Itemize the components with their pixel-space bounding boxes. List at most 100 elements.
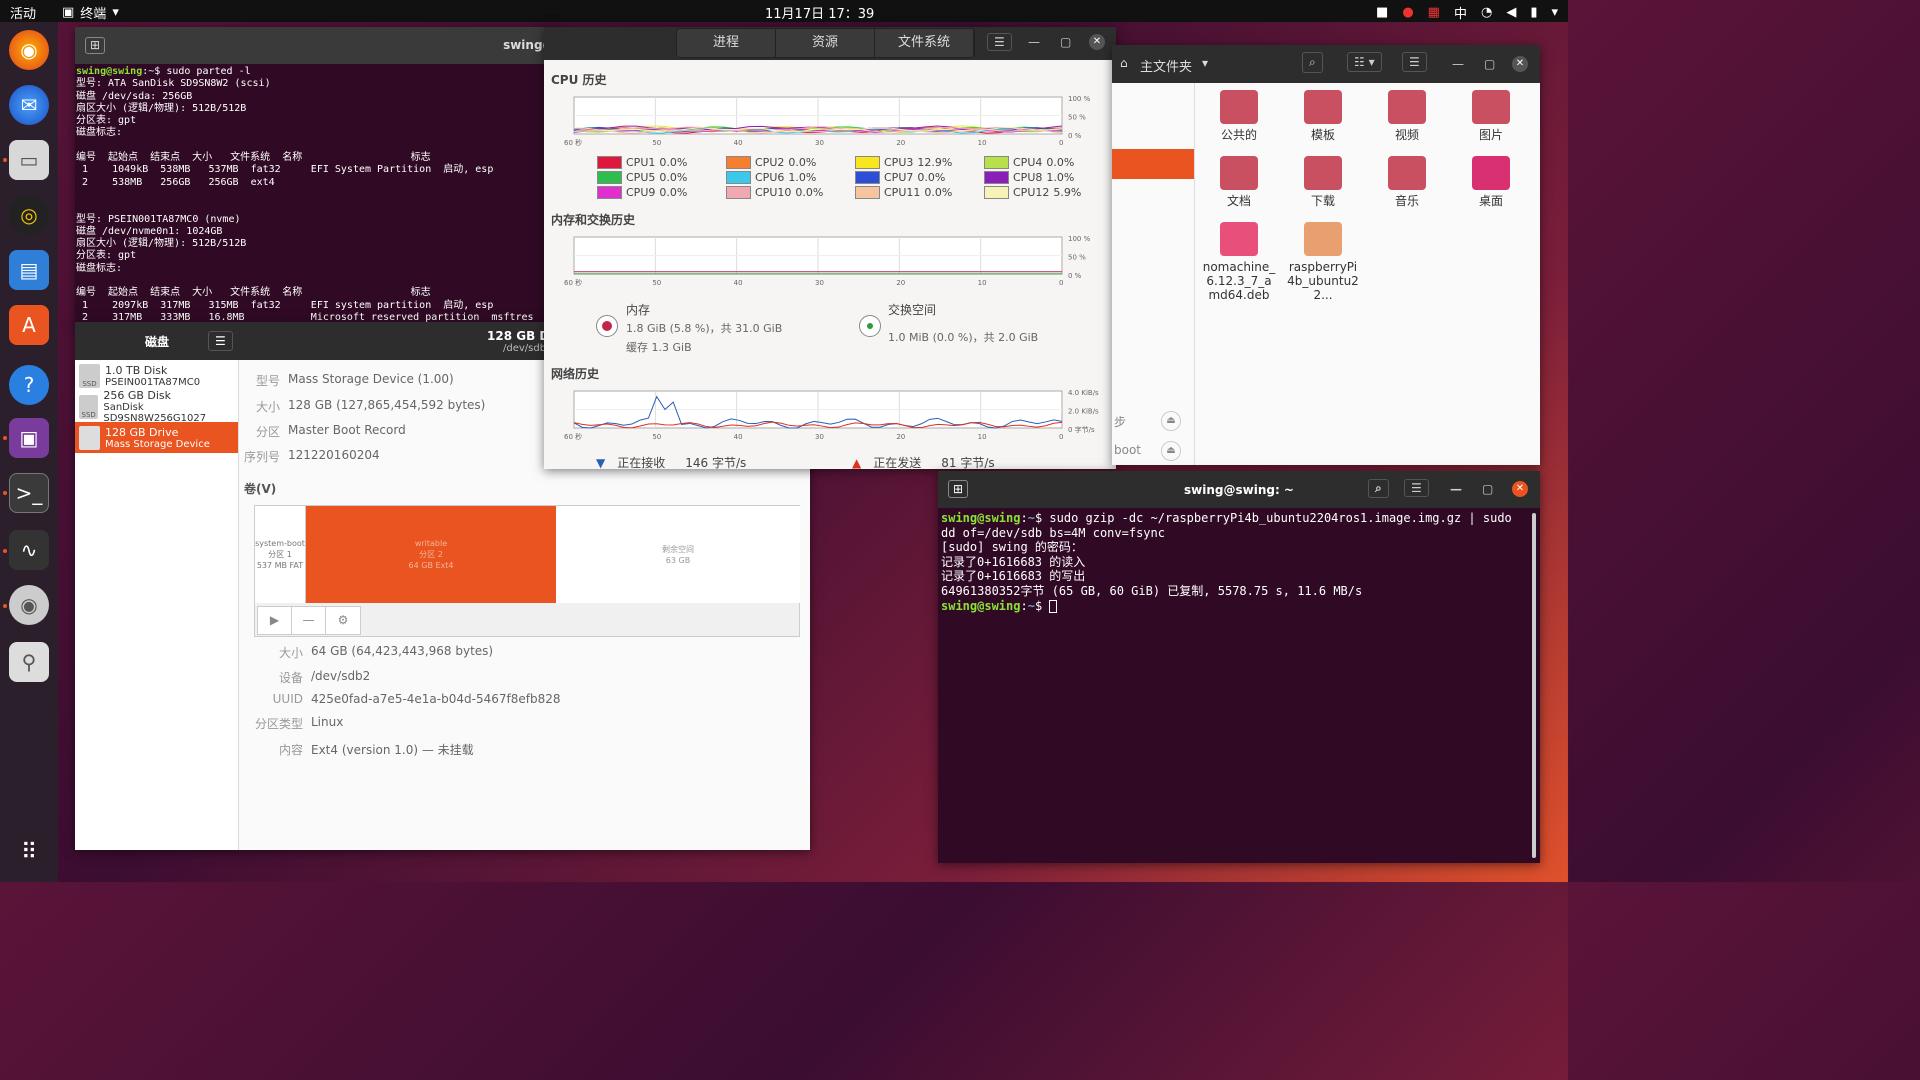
tab-resources[interactable]: 资源 [776, 29, 875, 57]
file-item[interactable]: 模板 [1286, 90, 1360, 142]
file-item[interactable]: nomachine_6.12.3_7_amd64.deb [1202, 222, 1276, 302]
battery-icon[interactable]: ▮ [1530, 5, 1537, 20]
show-apps-icon[interactable]: ⠿ [9, 832, 49, 872]
close-button[interactable]: ✕ [1089, 34, 1105, 50]
usb-drive-icon[interactable]: ⚲ [9, 642, 49, 682]
cpu-color-swatch[interactable] [855, 171, 880, 184]
mount-button[interactable]: ▶ [258, 607, 292, 634]
file-item[interactable]: raspberryPi4b_ubuntu22... [1286, 222, 1360, 302]
app-menu[interactable]: ▣ 终端 ▾ [62, 3, 119, 22]
free-space[interactable]: 剩余空间 63 GB [556, 506, 800, 603]
location-label[interactable]: 主文件夹 [1140, 56, 1192, 75]
scrollbar[interactable] [1532, 513, 1536, 858]
terminal-window-gzip[interactable]: ⊞ swing@swing: ~ ⌕ ☰ — ▢ ✕ swing@swing:~… [938, 471, 1540, 863]
partition-2[interactable]: writable 分区 2 64 GB Ext4 [306, 506, 556, 603]
software-center-icon[interactable]: A [9, 305, 49, 345]
file-item[interactable]: 公共的 [1202, 90, 1276, 142]
writer-icon[interactable]: ▤ [9, 250, 49, 290]
cpu-color-swatch[interactable] [726, 171, 751, 184]
cpu-color-swatch[interactable] [984, 171, 1009, 184]
volume-icon[interactable]: ◀ [1506, 5, 1516, 20]
file-item[interactable]: 图片 [1454, 90, 1528, 142]
menu-button[interactable]: ☰ [208, 331, 233, 351]
delete-partition-button[interactable]: — [292, 607, 326, 634]
files-icon[interactable]: ▭ [9, 140, 49, 180]
eject-icon[interactable]: ⏏ [1161, 441, 1181, 461]
video-player-icon[interactable]: ▣ [9, 418, 49, 458]
maximize-button[interactable]: ▢ [1484, 57, 1495, 71]
close-button[interactable]: ✕ [1512, 56, 1528, 72]
tab-filesystems[interactable]: 文件系统 [875, 29, 974, 57]
search-icon[interactable]: ⌕ [1368, 479, 1389, 498]
drive-item[interactable]: SSD 256 GB Disk SanDisk SD9SN8W256G1027 [75, 389, 238, 424]
view-list-icon[interactable]: ☷ ▾ [1347, 52, 1382, 72]
home-icon[interactable]: ⌂ [1120, 56, 1128, 70]
maximize-button[interactable]: ▢ [1482, 482, 1493, 496]
terminal-window-parted[interactable]: ⊞ swing@ swing@swing:~$ sudo parted -l 型号… [75, 27, 560, 327]
menu-button[interactable]: ☰ [1402, 52, 1427, 72]
cpu-color-swatch[interactable] [984, 156, 1009, 169]
system-monitor-icon[interactable]: ∿ [9, 530, 49, 570]
minimize-button[interactable]: — [1450, 482, 1462, 496]
activities-button[interactable]: 活动 [10, 3, 36, 22]
clock[interactable]: 11月17日 17：39 [765, 3, 874, 22]
calendar-icon[interactable]: ▦ [1428, 5, 1440, 20]
disks-icon[interactable]: ◉ [9, 585, 49, 625]
new-tab-icon[interactable]: ⊞ [948, 480, 969, 498]
terminal-output[interactable]: swing@swing:~$ sudo parted -l 型号: ATA Sa… [75, 64, 560, 326]
cpu-color-swatch[interactable] [597, 186, 622, 199]
download-icon[interactable]: ▼ [596, 456, 605, 470]
eject-icon[interactable]: ⏏ [1161, 411, 1181, 431]
search-icon[interactable]: ⌕ [1302, 52, 1323, 73]
chevron-down-icon[interactable]: ▾ [1551, 5, 1558, 20]
menu-button[interactable]: ☰ [987, 33, 1012, 51]
cpu-color-swatch[interactable] [597, 171, 622, 184]
cpu-legend-item: CPU5 0.0% [597, 171, 687, 184]
terminal-output[interactable]: swing@swing:~$ sudo gzip -dc ~/raspberry… [938, 508, 1540, 616]
wifi-icon[interactable]: ◔ [1481, 5, 1492, 20]
rhythmbox-icon[interactable]: ◎ [9, 195, 49, 235]
minimize-button[interactable]: — [1452, 57, 1464, 71]
chevron-down-icon[interactable]: ▾ [1202, 56, 1208, 70]
cpu-color-swatch[interactable] [726, 186, 751, 199]
cpu-color-swatch[interactable] [597, 156, 622, 169]
close-button[interactable]: ✕ [1512, 481, 1528, 497]
camera-icon[interactable]: ■ [1376, 5, 1388, 20]
minimize-button[interactable]: — [1028, 35, 1040, 49]
cpu-color-swatch[interactable] [855, 186, 880, 199]
firefox-icon[interactable]: ◉ [9, 30, 49, 70]
file-item[interactable]: 文档 [1202, 156, 1276, 208]
drive-item[interactable]: SSD 1.0 TB Disk PSEIN001TA87MC0 [75, 360, 238, 391]
ime-indicator[interactable]: 中 [1454, 3, 1467, 22]
cpu-color-swatch[interactable] [726, 156, 751, 169]
drive-item[interactable]: 128 GB Drive Mass Storage Device [75, 422, 238, 453]
help-icon[interactable]: ? [9, 365, 49, 405]
sidebar-selected-item[interactable] [1112, 149, 1194, 179]
maximize-button[interactable]: ▢ [1060, 35, 1071, 49]
partition-1-size: 537 MB FAT [256, 561, 304, 570]
volumes-label: 卷(V) [244, 482, 277, 496]
system-monitor-window[interactable]: 进程 资源 文件系统 ☰ — ▢ ✕ CPU 历史 100 % 50 % 0 % 60… [544, 27, 1116, 469]
menu-button[interactable]: ☰ [1404, 479, 1429, 497]
system-tray[interactable]: ■ ● ▦ 中 ◔ ◀ ▮ ▾ [1376, 3, 1558, 22]
alert-icon[interactable]: ● [1402, 5, 1413, 20]
cpu-legend-item: CPU1 0.0% [597, 156, 687, 169]
swap-pie-icon[interactable] [859, 315, 881, 337]
new-tab-icon[interactable]: ⊞ [85, 37, 106, 54]
file-item[interactable]: 视频 [1370, 90, 1444, 142]
terminal-icon[interactable]: >_ [9, 473, 49, 513]
settings-gear-icon[interactable]: ⚙ [326, 607, 360, 634]
files-window[interactable]: ⌂ 主文件夹 ▾ ⌕ ☷ ▾ ☰ — ▢ ✕ 步 boot ⏏ ⏏ 公共的 模板 视… [1112, 45, 1540, 465]
sidebar-item-partial[interactable]: 步 [1114, 413, 1126, 430]
cpu-color-swatch[interactable] [984, 186, 1009, 199]
memory-pie-icon[interactable] [596, 315, 618, 337]
file-item[interactable]: 音乐 [1370, 156, 1444, 208]
sidebar-item-boot[interactable]: boot [1114, 443, 1141, 457]
cpu-color-swatch[interactable] [855, 156, 880, 169]
file-item[interactable]: 桌面 [1454, 156, 1528, 208]
file-item[interactable]: 下载 [1286, 156, 1360, 208]
thunderbird-icon[interactable]: ✉ [9, 85, 49, 125]
tab-processes[interactable]: 进程 [677, 29, 776, 57]
partition-1[interactable]: system-boot 分区 1 537 MB FAT [255, 506, 306, 603]
upload-icon[interactable]: ▲ [852, 456, 861, 470]
